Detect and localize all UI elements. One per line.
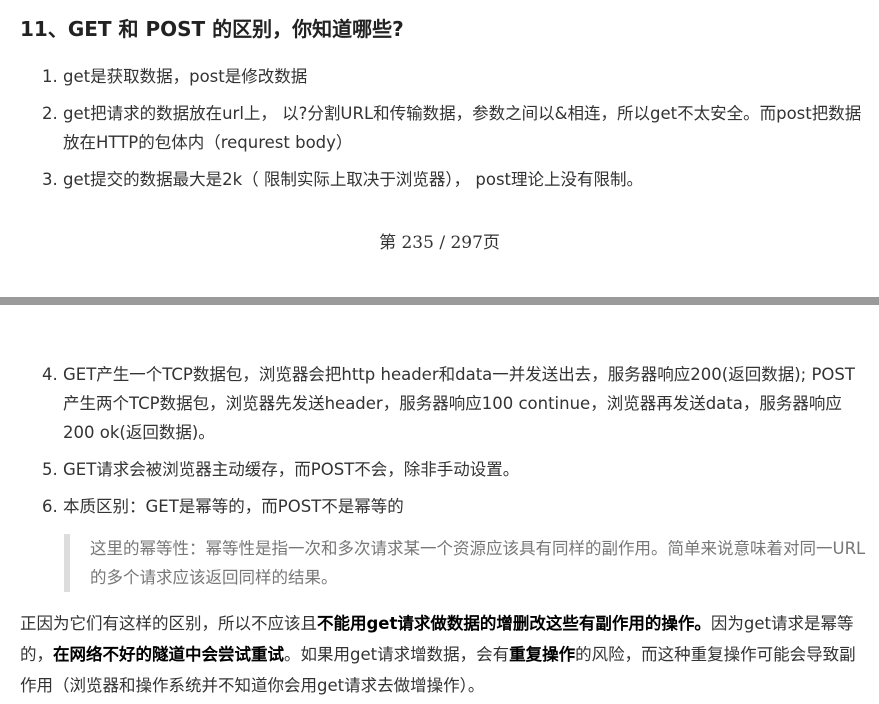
list-item-text: GET产生一个TCP数据包，浏览器会把http header和data一并发送出… — [63, 365, 855, 442]
section-heading: 11、GET 和 POST 的区别，你知道哪些? — [20, 17, 404, 41]
conclusion-paragraph: 正因为它们有这样的区别，所以不应该且不能用get请求做数据的增删改这些有副作用的… — [20, 608, 866, 701]
difference-list-part2: 4. GET产生一个TCP数据包，浏览器会把http header和data一并发… — [42, 360, 862, 529]
page-break-divider — [0, 297, 879, 305]
bold-text: 在网络不好的隧道中会尝试重试 — [53, 645, 284, 664]
list-item-number: 5. — [42, 460, 58, 479]
list-item: 3. get提交的数据最大是2k（ 限制实际上取决于浏览器）， post理论上没有… — [42, 165, 862, 194]
paragraph-text: 。如果用get请求增数据，会有 — [284, 645, 510, 664]
list-item: 5. GET请求会被浏览器主动缓存，而POST不会，除非手动设置。 — [42, 455, 862, 484]
list-item-number: 1. — [42, 67, 58, 86]
bold-text: 重复操作 — [509, 645, 576, 664]
list-item-text: GET请求会被浏览器主动缓存，而POST不会，除非手动设置。 — [63, 460, 520, 479]
list-item: 4. GET产生一个TCP数据包，浏览器会把http header和data一并发… — [42, 360, 862, 447]
list-item-text: 本质区别：GET是幂等的，而POST不是幂等的 — [63, 497, 404, 516]
list-item-text: get是获取数据，post是修改数据 — [63, 67, 308, 86]
list-item: 6. 本质区别：GET是幂等的，而POST不是幂等的 — [42, 492, 862, 521]
list-item-number: 6. — [42, 497, 58, 516]
idempotency-quote: 这里的幂等性：幂等性是指一次和多次请求某一个资源应该具有同样的副作用。简单来说意… — [64, 534, 879, 592]
difference-list-part1: 1. get是获取数据，post是修改数据 2. get把请求的数据放在url上， … — [42, 62, 862, 202]
bold-text: 不能用get请求做数据的增删改这些有副作用的操作。 — [317, 614, 711, 633]
page-number: 第 235 / 297页 — [379, 233, 500, 253]
list-item-number: 2. — [42, 104, 58, 123]
list-item-text: get提交的数据最大是2k（ 限制实际上取决于浏览器）， post理论上没有限制… — [63, 170, 644, 189]
list-item-number: 3. — [42, 170, 58, 189]
list-item-number: 4. — [42, 365, 58, 384]
list-item: 2. get把请求的数据放在url上， 以?分割URL和传输数据，参数之间以&相连… — [42, 99, 862, 157]
paragraph-text: 正因为它们有这样的区别，所以不应该且 — [20, 614, 317, 633]
list-item-text: get把请求的数据放在url上， 以?分割URL和传输数据，参数之间以&相连，所… — [63, 104, 862, 152]
list-item: 1. get是获取数据，post是修改数据 — [42, 62, 862, 91]
